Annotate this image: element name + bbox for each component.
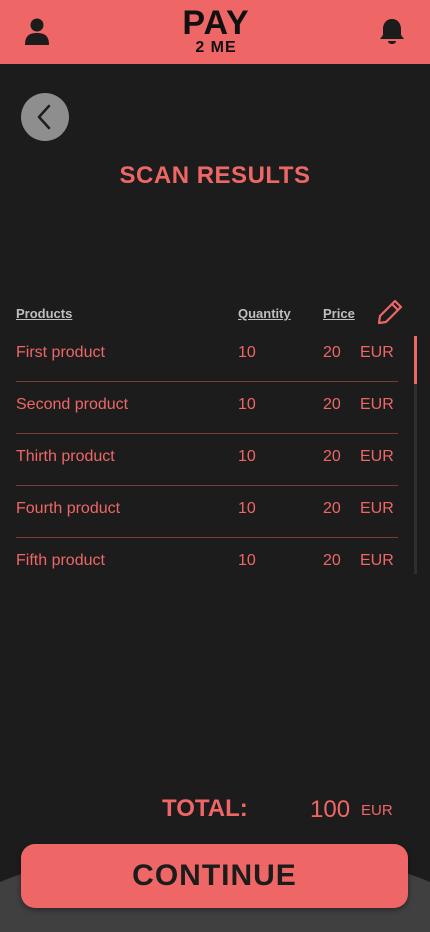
total-label: TOTAL: <box>162 795 248 822</box>
product-currency: EUR <box>360 552 394 569</box>
table-row[interactable]: Second product 10 20 EUR <box>16 382 398 434</box>
table-row[interactable]: Fifth product 10 20 EUR <box>16 538 398 589</box>
product-list: First product 10 20 EUR Second product 1… <box>16 330 398 589</box>
header-products: Products <box>16 306 73 321</box>
header-quantity: Quantity <box>238 306 291 321</box>
product-price: 20 <box>323 396 341 413</box>
app-logo: PAY 2 ME <box>170 6 262 58</box>
product-currency: EUR <box>360 344 394 361</box>
pencil-icon[interactable] <box>376 298 404 326</box>
product-quantity: 10 <box>238 396 256 413</box>
product-name: Second product <box>16 396 129 413</box>
product-price: 20 <box>323 344 341 361</box>
scrollbar-thumb[interactable] <box>414 336 417 384</box>
product-currency: EUR <box>360 448 394 465</box>
total-currency: EUR <box>361 802 393 819</box>
total-value: 100 <box>310 796 351 823</box>
product-price: 20 <box>323 552 341 569</box>
product-name: Fifth product <box>16 552 105 569</box>
product-price: 20 <box>323 500 341 517</box>
chevron-left-icon <box>37 104 51 130</box>
product-quantity: 10 <box>238 344 256 361</box>
page-title: SCAN RESULTS <box>119 162 311 189</box>
product-name: First product <box>16 344 105 361</box>
table-row[interactable]: Thirth product 10 20 EUR <box>16 434 398 486</box>
product-quantity: 10 <box>238 448 256 465</box>
product-quantity: 10 <box>238 552 256 569</box>
product-name: Thirth product <box>16 448 115 465</box>
back-button[interactable] <box>21 93 69 141</box>
app-header: PAY 2 ME <box>0 0 430 64</box>
product-currency: EUR <box>360 500 394 517</box>
logo-line2: 2 ME <box>195 39 237 56</box>
table-row[interactable]: First product 10 20 EUR <box>16 330 398 382</box>
product-currency: EUR <box>360 396 394 413</box>
header-price: Price <box>323 306 355 321</box>
bell-icon[interactable] <box>378 17 406 47</box>
product-price: 20 <box>323 448 341 465</box>
product-name: Fourth product <box>16 500 121 517</box>
table-row[interactable]: Fourth product 10 20 EUR <box>16 486 398 538</box>
logo-line1: PAY <box>182 4 250 42</box>
continue-button[interactable]: CONTINUE <box>21 844 408 908</box>
product-quantity: 10 <box>238 500 256 517</box>
user-icon[interactable] <box>24 18 50 46</box>
